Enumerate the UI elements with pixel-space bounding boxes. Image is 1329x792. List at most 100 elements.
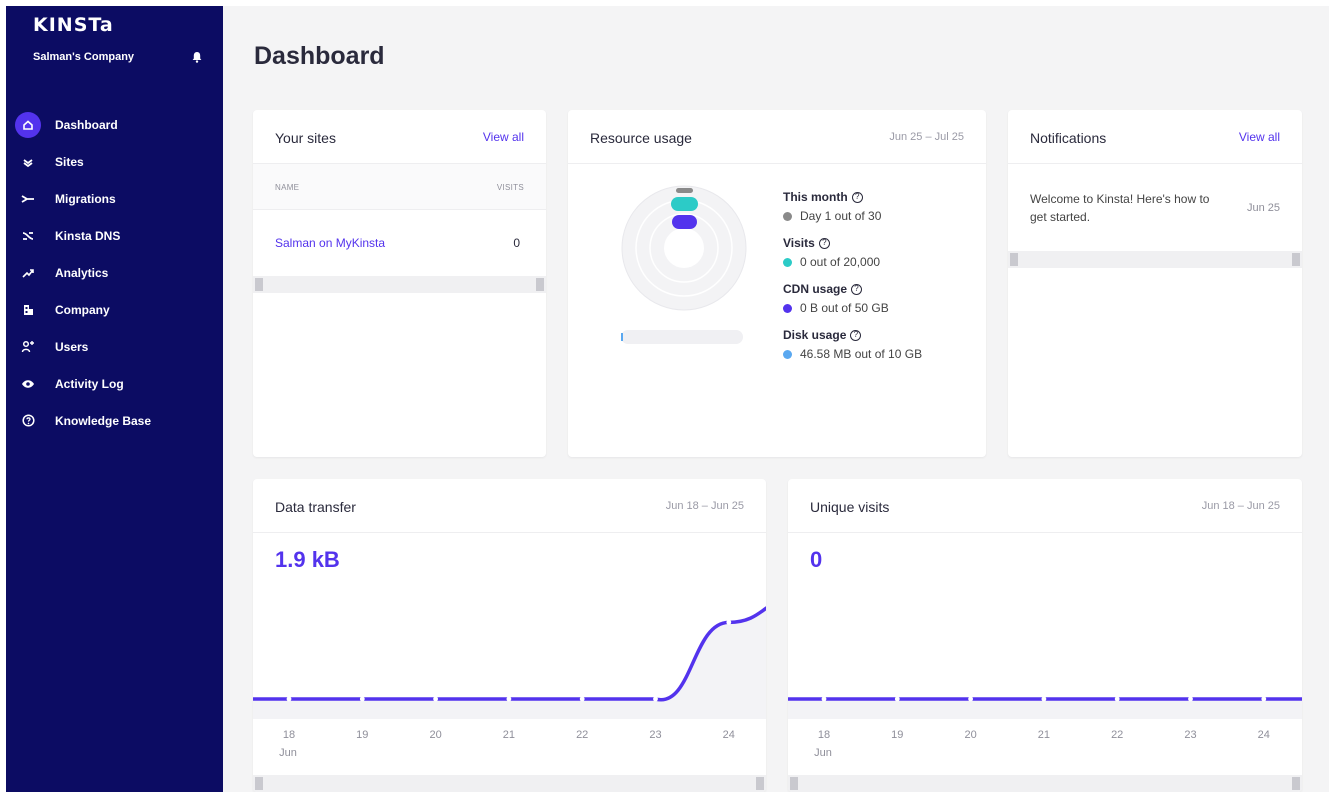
scroll-right-thumb[interactable] xyxy=(756,777,764,790)
card-title: Unique visits xyxy=(810,499,890,515)
help-circle-icon xyxy=(15,408,41,434)
column-header-visits[interactable]: VISITS xyxy=(497,183,524,192)
horizontal-scrollbar[interactable] xyxy=(253,775,766,792)
visits-value: 0 out of 20,000 xyxy=(783,255,880,269)
horizontal-scrollbar[interactable] xyxy=(1008,251,1302,268)
chart-point xyxy=(1041,696,1047,702)
scroll-left-thumb[interactable] xyxy=(255,777,263,790)
card-header: Unique visits Jun 18 – Jun 25 xyxy=(788,479,1302,533)
view-all-sites-link[interactable]: View all xyxy=(483,130,524,144)
chart-point xyxy=(726,619,732,625)
sites-card: Your sites View all NAME VISITS Salman o… xyxy=(253,110,546,457)
sidebar-item-dashboard[interactable]: Dashboard xyxy=(14,106,223,143)
scroll-left-thumb[interactable] xyxy=(255,278,263,291)
sidebar-nav: Dashboard Sites Migrations Kinsta DNS An… xyxy=(14,106,223,439)
chart-area-fill xyxy=(788,699,1302,719)
data-transfer-card: Data transfer Jun 18 – Jun 25 1.9 kB 18 1… xyxy=(253,479,766,792)
sidebar-item-label: Migrations xyxy=(55,191,116,206)
help-icon[interactable]: ? xyxy=(850,329,862,341)
dns-icon xyxy=(15,223,41,249)
data-transfer-total: 1.9 kB xyxy=(275,547,340,572)
card-title: Data transfer xyxy=(275,499,356,515)
sidebar-item-label: Company xyxy=(55,302,110,317)
cdn-usage-value: 0 B out of 50 GB xyxy=(783,301,889,315)
scroll-right-thumb[interactable] xyxy=(1292,777,1300,790)
site-link[interactable]: Salman on MyKinsta xyxy=(275,236,385,250)
sidebar-item-label: Sites xyxy=(55,154,84,169)
bell-icon[interactable] xyxy=(190,50,204,64)
sidebar-item-kinsta-dns[interactable]: Kinsta DNS xyxy=(14,217,223,254)
sidebar-item-analytics[interactable]: Analytics xyxy=(14,254,223,291)
kinsta-logo[interactable]: KINSTa xyxy=(33,14,114,36)
x-tick-label: 21 xyxy=(502,729,516,741)
date-range: Jun 25 – Jul 25 xyxy=(889,131,964,143)
sidebar-item-label: Users xyxy=(55,339,89,354)
eye-icon xyxy=(15,371,41,397)
chart-point xyxy=(506,696,512,702)
page-title: Dashboard xyxy=(254,42,385,70)
migrations-icon xyxy=(15,186,41,212)
card-title: Your sites xyxy=(275,130,336,146)
sidebar-item-sites[interactable]: Sites xyxy=(14,143,223,180)
card-header: Data transfer Jun 18 – Jun 25 xyxy=(253,479,766,533)
x-tick-label: 20 xyxy=(429,729,442,741)
sidebar-item-activity-log[interactable]: Activity Log xyxy=(14,365,223,402)
layers-icon xyxy=(15,149,41,175)
company-switcher[interactable]: Salman's Company xyxy=(33,51,134,63)
scroll-right-thumb[interactable] xyxy=(1292,253,1300,266)
sidebar-item-migrations[interactable]: Migrations xyxy=(14,180,223,217)
unique-visits-card: Unique visits Jun 18 – Jun 25 0 18 19 20 21… xyxy=(788,479,1302,792)
x-tick-label: 22 xyxy=(1111,729,1124,741)
table-row[interactable]: Salman on MyKinsta 0 xyxy=(253,211,546,275)
notification-text[interactable]: Welcome to Kinsta! Here's how to get sta… xyxy=(1030,190,1210,226)
add-user-icon xyxy=(15,334,41,360)
view-all-notifications-link[interactable]: View all xyxy=(1239,130,1280,144)
scroll-right-thumb[interactable] xyxy=(536,278,544,291)
x-tick-label: 24 xyxy=(722,729,735,741)
card-header: Resource usage Jun 25 – Jul 25 xyxy=(568,110,986,164)
help-icon[interactable]: ? xyxy=(851,191,863,203)
x-tick-label: 21 xyxy=(1037,729,1051,741)
card-title: Resource usage xyxy=(590,130,692,146)
chart-point xyxy=(1188,696,1193,702)
scroll-left-thumb[interactable] xyxy=(790,777,798,790)
notifications-card: Notifications View all Welcome to Kinsta… xyxy=(1008,110,1302,457)
legend-dot-month xyxy=(783,211,792,221)
analytics-icon xyxy=(15,260,41,286)
help-icon[interactable]: ? xyxy=(851,283,863,295)
horizontal-scrollbar[interactable] xyxy=(253,276,546,293)
sidebar-item-label: Dashboard xyxy=(55,117,118,132)
disk-usage-label: Disk usage? xyxy=(783,328,862,342)
sidebar-item-users[interactable]: Users xyxy=(14,328,223,365)
table-header: NAME VISITS xyxy=(253,164,546,210)
data-transfer-chart[interactable] xyxy=(253,579,766,719)
horizontal-scrollbar[interactable] xyxy=(788,775,1302,792)
unique-visits-total: 0 xyxy=(810,547,823,572)
card-header: Your sites View all xyxy=(253,110,546,164)
sidebar-item-label: Activity Log xyxy=(55,376,124,391)
scroll-left-thumb[interactable] xyxy=(1010,253,1018,266)
cdn-usage-label: CDN usage? xyxy=(783,282,863,296)
sidebar-item-company[interactable]: Company xyxy=(14,291,223,328)
main-content: Dashboard Your sites View all NAME VISIT… xyxy=(223,6,1329,792)
sidebar-item-knowledge-base[interactable]: Knowledge Base xyxy=(14,402,223,439)
unique-visits-chart[interactable] xyxy=(788,579,1302,719)
sidebar-item-label: Analytics xyxy=(55,265,109,280)
x-tick-label: 23 xyxy=(649,729,662,741)
date-range: Jun 18 – Jun 25 xyxy=(1201,500,1280,512)
app-root: KINSTa Salman's Company Dashboard Sites xyxy=(0,0,1329,792)
chart-point xyxy=(433,696,438,702)
legend-dot-cdn xyxy=(783,303,792,313)
usage-radial-chart xyxy=(621,185,747,344)
chart-point xyxy=(968,696,973,702)
help-icon[interactable]: ? xyxy=(818,237,830,249)
x-axis-month: Jun xyxy=(279,747,297,759)
chart-point xyxy=(286,696,292,702)
notification-date: Jun 25 xyxy=(1246,202,1280,214)
chart-point xyxy=(1261,696,1267,702)
x-tick-label: 23 xyxy=(1184,729,1197,741)
x-tick-label: 20 xyxy=(964,729,977,741)
column-header-name[interactable]: NAME xyxy=(275,183,299,192)
chart-point xyxy=(359,696,365,702)
resource-usage-card: Resource usage Jun 25 – Jul 25 This mont… xyxy=(568,110,986,457)
